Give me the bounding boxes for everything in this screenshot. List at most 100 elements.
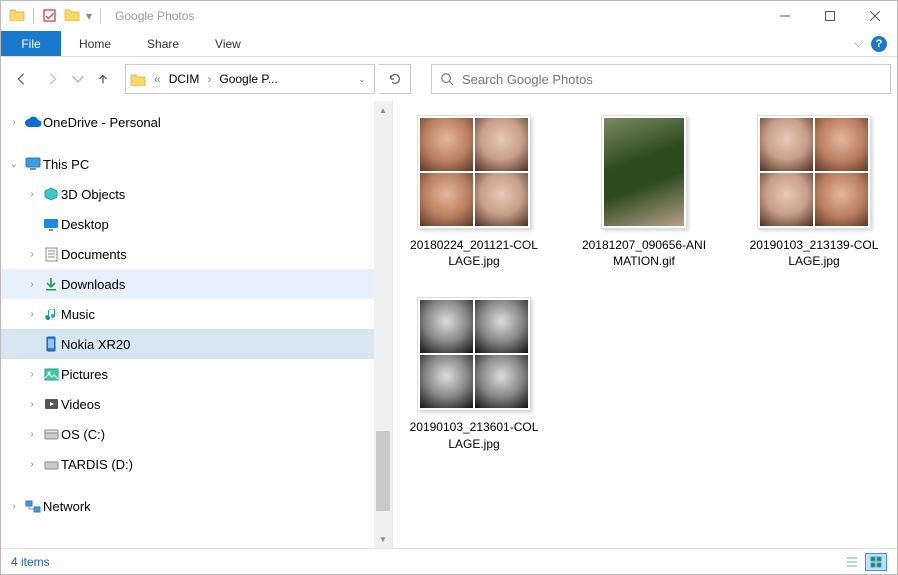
- tree-label: 3D Objects: [61, 187, 125, 202]
- thumbnail: [417, 115, 531, 229]
- ribbon-file-tab[interactable]: File: [1, 31, 61, 56]
- breadcrumb-seg-0[interactable]: DCIM: [163, 65, 206, 93]
- refresh-button[interactable]: [379, 64, 411, 94]
- tree-thispc[interactable]: ⌄ This PC: [1, 149, 374, 179]
- nav-recent-dropdown[interactable]: [71, 65, 85, 93]
- drive-icon: [41, 459, 61, 470]
- tree-3dobjects[interactable]: › 3D Objects: [1, 179, 374, 209]
- tree-label: TARDIS (D:): [61, 457, 133, 472]
- chevron-right-icon[interactable]: ›: [23, 189, 41, 200]
- nav-forward-button[interactable]: [39, 65, 67, 93]
- pictures-icon: [41, 368, 61, 381]
- downloads-icon: [41, 277, 61, 291]
- address-toolbar: « DCIM › Google P... ⌄: [1, 57, 897, 101]
- tree-tardis-d[interactable]: › TARDIS (D:): [1, 449, 374, 479]
- scroll-down-icon[interactable]: ▼: [374, 530, 392, 548]
- address-dropdown[interactable]: ⌄: [350, 74, 374, 85]
- tree-music[interactable]: › Music: [1, 299, 374, 329]
- tree-label: Music: [61, 307, 95, 322]
- qa-folder-icon[interactable]: [64, 8, 80, 24]
- file-name: 20180224_201121-COLLAGE.jpg: [407, 237, 541, 269]
- folder-icon: [9, 8, 25, 24]
- phone-icon: [41, 336, 61, 352]
- documents-icon: [41, 247, 61, 262]
- scroll-thumb[interactable]: [376, 431, 390, 511]
- close-button[interactable]: [852, 1, 897, 31]
- chevron-right-icon[interactable]: ›: [5, 501, 23, 512]
- tree-label: Desktop: [61, 217, 109, 232]
- tree-label: OneDrive - Personal: [43, 115, 161, 130]
- file-item[interactable]: 20190103_213139-COLLAGE.jpg: [747, 115, 881, 269]
- tree-network[interactable]: › Network: [1, 491, 374, 521]
- nav-scrollbar[interactable]: ▲ ▼: [374, 101, 392, 548]
- chevron-right-icon[interactable]: ›: [23, 249, 41, 260]
- tree-pictures[interactable]: › Pictures: [1, 359, 374, 389]
- drive-icon: [41, 429, 61, 440]
- pc-icon: [23, 157, 43, 171]
- tree-label: Nokia XR20: [61, 337, 130, 352]
- file-name: 20190103_213139-COLLAGE.jpg: [747, 237, 881, 269]
- tree-label: Videos: [61, 397, 101, 412]
- tree-videos[interactable]: › Videos: [1, 389, 374, 419]
- desktop-icon: [41, 218, 61, 231]
- items-view[interactable]: 20180224_201121-COLLAGE.jpg 20181207_090…: [393, 101, 897, 548]
- tree-label: Network: [43, 499, 91, 514]
- ribbon-tab-home[interactable]: Home: [61, 31, 129, 56]
- search-box[interactable]: [431, 64, 891, 94]
- file-item[interactable]: 20180224_201121-COLLAGE.jpg: [407, 115, 541, 269]
- chevron-right-icon[interactable]: ›: [23, 369, 41, 380]
- minimize-button[interactable]: [762, 1, 807, 31]
- chevron-down-icon[interactable]: ⌄: [5, 159, 23, 170]
- tree-nokia-xr20[interactable]: Nokia XR20: [1, 329, 374, 359]
- ribbon-collapse-icon[interactable]: ⌵: [854, 36, 863, 51]
- search-input[interactable]: [462, 72, 882, 87]
- chevron-right-icon[interactable]: ›: [5, 117, 23, 128]
- nav-up-button[interactable]: [89, 65, 117, 93]
- music-icon: [41, 307, 61, 321]
- chevron-right-icon[interactable]: ›: [23, 459, 41, 470]
- file-item[interactable]: 20181207_090656-ANIMATION.gif: [577, 115, 711, 269]
- maximize-button[interactable]: [807, 1, 852, 31]
- tree-label: Documents: [61, 247, 127, 262]
- nav-back-button[interactable]: [7, 65, 35, 93]
- status-bar: 4 items: [1, 548, 897, 574]
- videos-icon: [41, 398, 61, 410]
- search-icon: [440, 72, 454, 86]
- scroll-up-icon[interactable]: ▲: [374, 101, 392, 119]
- quick-access-toolbar: ▾ Google Photos: [9, 8, 194, 24]
- tree-label: OS (C:): [61, 427, 105, 442]
- breadcrumb-prefix-chevron[interactable]: «: [152, 72, 163, 86]
- help-icon[interactable]: ?: [871, 36, 887, 52]
- navigation-pane: › OneDrive - Personal ⌄ This PC › 3D Obj…: [1, 101, 393, 548]
- tree-os-c[interactable]: › OS (C:): [1, 419, 374, 449]
- file-name: 20181207_090656-ANIMATION.gif: [577, 237, 711, 269]
- thumbnail: [757, 115, 871, 229]
- window-title: Google Photos: [115, 9, 194, 23]
- tree-label: Downloads: [61, 277, 125, 292]
- network-icon: [23, 500, 43, 513]
- qa-properties-icon[interactable]: [42, 8, 58, 24]
- tree-label: This PC: [43, 157, 89, 172]
- chevron-right-icon: ›: [205, 72, 213, 86]
- chevron-right-icon[interactable]: ›: [23, 399, 41, 410]
- qa-dropdown-icon[interactable]: ▾: [86, 9, 92, 23]
- ribbon: File Home Share View ⌵ ?: [1, 31, 897, 57]
- breadcrumb-root-icon[interactable]: [126, 65, 152, 93]
- ribbon-tab-view[interactable]: View: [197, 31, 259, 56]
- view-thumbnails-button[interactable]: [865, 553, 887, 571]
- file-name: 20190103_213601-COLLAGE.jpg: [407, 419, 541, 451]
- breadcrumb-seg-1[interactable]: Google P...: [213, 65, 284, 93]
- chevron-right-icon[interactable]: ›: [23, 279, 41, 290]
- chevron-right-icon[interactable]: ›: [23, 309, 41, 320]
- cloud-icon: [23, 116, 43, 128]
- view-details-button[interactable]: [841, 553, 863, 571]
- tree-onedrive[interactable]: › OneDrive - Personal: [1, 107, 374, 137]
- tree-label: Pictures: [61, 367, 108, 382]
- tree-documents[interactable]: › Documents: [1, 239, 374, 269]
- chevron-right-icon[interactable]: ›: [23, 429, 41, 440]
- ribbon-tab-share[interactable]: Share: [129, 31, 197, 56]
- tree-desktop[interactable]: Desktop: [1, 209, 374, 239]
- file-item[interactable]: 20190103_213601-COLLAGE.jpg: [407, 297, 541, 451]
- tree-downloads[interactable]: › Downloads: [1, 269, 374, 299]
- address-bar[interactable]: « DCIM › Google P... ⌄: [125, 64, 375, 94]
